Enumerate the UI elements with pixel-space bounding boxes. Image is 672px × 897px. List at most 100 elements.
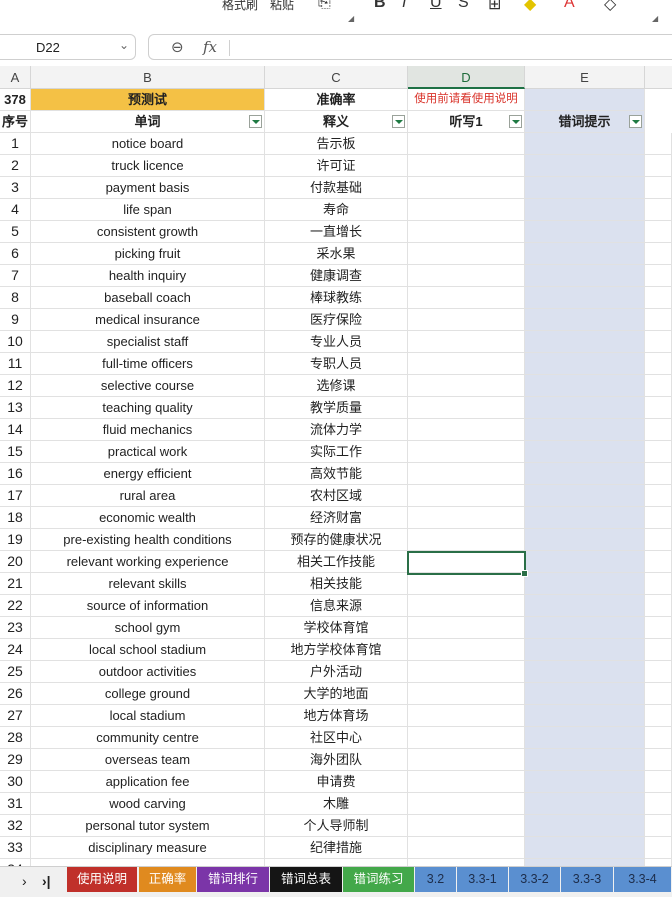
meaning-cell[interactable]: 经济财富 bbox=[265, 507, 408, 529]
dictation-cell[interactable] bbox=[408, 353, 525, 375]
meaning-cell[interactable]: 许可证 bbox=[265, 155, 408, 177]
hint-cell[interactable] bbox=[525, 573, 645, 595]
meaning-cell[interactable]: 学校体育馆 bbox=[265, 617, 408, 639]
row-number-cell[interactable]: 19 bbox=[0, 529, 31, 551]
paste-button[interactable]: 粘贴 bbox=[270, 0, 294, 13]
hint-cell[interactable] bbox=[525, 705, 645, 727]
hint-cell[interactable] bbox=[525, 375, 645, 397]
cell-f[interactable] bbox=[645, 705, 672, 727]
dictation-cell[interactable] bbox=[408, 221, 525, 243]
dictation-cell[interactable] bbox=[408, 815, 525, 837]
hint-cell[interactable] bbox=[525, 441, 645, 463]
hint-header-cell[interactable]: 错词提示 bbox=[525, 111, 645, 133]
row-number-cell[interactable]: 18 bbox=[0, 507, 31, 529]
word-cell[interactable]: economic wealth bbox=[31, 507, 265, 529]
cell-f[interactable] bbox=[645, 243, 672, 265]
strikethrough-icon[interactable]: S bbox=[458, 0, 469, 12]
row-number-cell[interactable]: 29 bbox=[0, 749, 31, 771]
hint-cell[interactable] bbox=[525, 529, 645, 551]
dictation-cell[interactable] bbox=[408, 463, 525, 485]
dictation-cell[interactable] bbox=[408, 573, 525, 595]
meaning-cell[interactable]: 相关工作技能 bbox=[265, 551, 408, 573]
dictation-cell[interactable] bbox=[408, 617, 525, 639]
accuracy-label-cell[interactable]: 准确率 bbox=[265, 89, 408, 111]
cell-f[interactable] bbox=[645, 793, 672, 815]
hint-cell[interactable] bbox=[525, 617, 645, 639]
row-number-cell[interactable]: 9 bbox=[0, 309, 31, 331]
row-number-cell[interactable]: 8 bbox=[0, 287, 31, 309]
hint-cell[interactable] bbox=[525, 683, 645, 705]
dictation-cell[interactable] bbox=[408, 419, 525, 441]
row-number-cell[interactable]: 6 bbox=[0, 243, 31, 265]
word-cell[interactable]: rural area bbox=[31, 485, 265, 507]
word-cell[interactable]: consistent growth bbox=[31, 221, 265, 243]
sheet-tab[interactable]: 使用说明 bbox=[67, 867, 138, 892]
cell-f[interactable] bbox=[645, 507, 672, 529]
meaning-cell[interactable]: 个人导师制 bbox=[265, 815, 408, 837]
word-cell[interactable]: practical work bbox=[31, 441, 265, 463]
hint-cell[interactable] bbox=[525, 309, 645, 331]
row-number-cell[interactable]: 30 bbox=[0, 771, 31, 793]
sheet-tab[interactable]: 错词练习 bbox=[343, 867, 415, 892]
word-cell[interactable]: wood carving bbox=[31, 793, 265, 815]
dictation-cell[interactable] bbox=[408, 177, 525, 199]
sheet-tab[interactable]: 错词总表 bbox=[270, 867, 343, 892]
italic-icon[interactable]: I bbox=[402, 0, 406, 12]
dictation-cell[interactable] bbox=[408, 397, 525, 419]
row-number-cell[interactable]: 16 bbox=[0, 463, 31, 485]
column-header-e[interactable]: E bbox=[525, 66, 645, 89]
meaning-cell[interactable]: 申请费 bbox=[265, 771, 408, 793]
row-number-cell[interactable]: 26 bbox=[0, 683, 31, 705]
row-number-cell[interactable]: 10 bbox=[0, 331, 31, 353]
sheet-tab[interactable]: 3.3-3 bbox=[561, 867, 614, 892]
meaning-cell[interactable]: 一直增长 bbox=[265, 221, 408, 243]
column-header-f[interactable] bbox=[645, 66, 672, 89]
meaning-cell[interactable]: 棒球教练 bbox=[265, 287, 408, 309]
sheet-tab[interactable]: 3.3-2 bbox=[509, 867, 561, 892]
word-cell[interactable]: community centre bbox=[31, 727, 265, 749]
hint-cell[interactable] bbox=[525, 397, 645, 419]
row-number-cell[interactable]: 1 bbox=[0, 133, 31, 155]
dictation-cell[interactable] bbox=[408, 639, 525, 661]
hint-cell[interactable] bbox=[525, 353, 645, 375]
row-number-cell[interactable]: 32 bbox=[0, 815, 31, 837]
filter-dropdown-icon[interactable] bbox=[629, 115, 642, 128]
word-cell[interactable]: disciplinary measure bbox=[31, 837, 265, 859]
meaning-header-cell[interactable]: 释义 bbox=[265, 111, 408, 133]
row-number-cell[interactable]: 12 bbox=[0, 375, 31, 397]
expand-font-icon[interactable]: ◢ bbox=[652, 14, 658, 23]
dictation-cell[interactable] bbox=[408, 243, 525, 265]
hint-cell[interactable] bbox=[525, 221, 645, 243]
row-number-cell[interactable]: 13 bbox=[0, 397, 31, 419]
row-number-cell[interactable]: 31 bbox=[0, 793, 31, 815]
meaning-cell[interactable]: 告示板 bbox=[265, 133, 408, 155]
cell-f[interactable] bbox=[645, 309, 672, 331]
dictation-cell[interactable] bbox=[408, 331, 525, 353]
hint-cell[interactable] bbox=[525, 177, 645, 199]
word-cell[interactable]: relevant skills bbox=[31, 573, 265, 595]
cell-f[interactable] bbox=[645, 485, 672, 507]
chevron-down-icon[interactable]: ⌄ bbox=[119, 38, 129, 52]
dictation-cell[interactable] bbox=[408, 595, 525, 617]
hint-cell[interactable] bbox=[525, 661, 645, 683]
hint-cell[interactable] bbox=[525, 639, 645, 661]
word-cell[interactable]: college ground bbox=[31, 683, 265, 705]
cell-f[interactable] bbox=[645, 837, 672, 859]
word-cell[interactable]: school gym bbox=[31, 617, 265, 639]
hint-cell[interactable] bbox=[525, 837, 645, 859]
word-cell[interactable]: life span bbox=[31, 199, 265, 221]
cell-f[interactable] bbox=[645, 287, 672, 309]
formula-input[interactable]: ⊖ fx bbox=[148, 34, 672, 60]
meaning-cell[interactable]: 采水果 bbox=[265, 243, 408, 265]
sheet-tab[interactable]: 3.2 bbox=[415, 867, 457, 892]
cell-f[interactable] bbox=[645, 815, 672, 837]
word-cell[interactable]: fluid mechanics bbox=[31, 419, 265, 441]
cell-f[interactable] bbox=[645, 375, 672, 397]
sheet-tab[interactable]: 正确率 bbox=[139, 867, 197, 892]
row-number-cell[interactable]: 24 bbox=[0, 639, 31, 661]
cell-f[interactable] bbox=[645, 331, 672, 353]
cell-f[interactable] bbox=[645, 661, 672, 683]
dictation-cell[interactable] bbox=[408, 749, 525, 771]
border-icon[interactable]: ⊞ bbox=[488, 0, 501, 14]
cell-f[interactable] bbox=[645, 441, 672, 463]
